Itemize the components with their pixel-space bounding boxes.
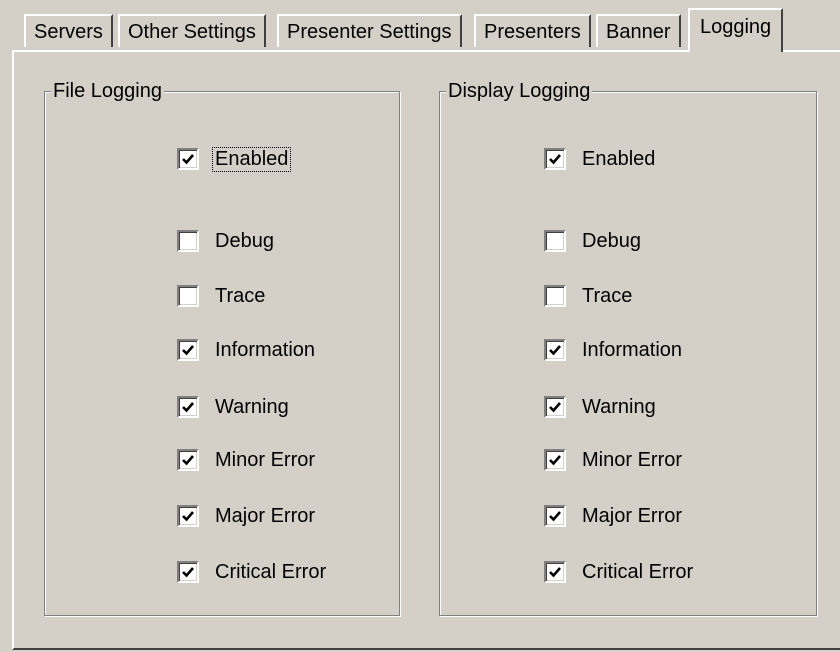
display-warning-checkbox[interactable]: Warning (544, 393, 658, 421)
checkbox-label: Minor Error (582, 448, 683, 471)
display-logging-group: Display Logging Enabled Debug Trace Info… (439, 78, 817, 616)
tab-logging[interactable]: Logging (688, 8, 784, 52)
checkmark-icon (549, 402, 561, 413)
display-minor-error-checkbox[interactable]: Minor Error (544, 446, 684, 474)
checkmark-icon (182, 345, 194, 356)
checkbox-label: Critical Error (582, 560, 694, 583)
checkbox-box (177, 396, 199, 418)
checkbox-label: Critical Error (215, 560, 327, 583)
checkmark-icon (549, 455, 561, 466)
checkmark-icon (182, 511, 194, 522)
checkbox-label: Trace (582, 284, 633, 307)
file-enabled-checkbox[interactable]: Enabled (177, 145, 292, 173)
checkbox-box (544, 561, 566, 583)
checkbox-label: Trace (215, 284, 266, 307)
checkbox-box (544, 339, 566, 361)
tab-banner[interactable]: Banner (596, 14, 681, 47)
checkbox-label: Debug (582, 229, 641, 252)
display-major-error-checkbox[interactable]: Major Error (544, 502, 684, 530)
checkbox-label: Minor Error (215, 448, 316, 471)
checkbox-box (177, 230, 199, 252)
display-logging-title: Display Logging (446, 78, 593, 104)
checkbox-box (177, 339, 199, 361)
tab-presenters[interactable]: Presenters (474, 14, 591, 47)
display-information-checkbox[interactable]: Information (544, 336, 684, 364)
checkbox-label: Debug (215, 229, 274, 252)
file-trace-checkbox[interactable]: Trace (177, 282, 267, 310)
checkbox-box (177, 505, 199, 527)
tab-servers[interactable]: Servers (24, 14, 113, 47)
checkbox-label: Warning (215, 395, 289, 418)
checkbox-box (177, 285, 199, 307)
checkmark-icon (182, 154, 194, 165)
checkbox-box (177, 148, 199, 170)
checkmark-icon (182, 567, 194, 578)
checkmark-icon (549, 511, 561, 522)
checkbox-box (544, 396, 566, 418)
checkbox-label: Enabled (211, 146, 292, 172)
checkbox-label: Enabled (582, 147, 656, 170)
display-trace-checkbox[interactable]: Trace (544, 282, 634, 310)
checkbox-box (544, 285, 566, 307)
checkbox-box (544, 449, 566, 471)
file-logging-group: File Logging Enabled Debug Trace Informa… (44, 78, 400, 616)
file-minor-error-checkbox[interactable]: Minor Error (177, 446, 317, 474)
checkbox-box (177, 449, 199, 471)
checkbox-box (177, 561, 199, 583)
file-critical-error-checkbox[interactable]: Critical Error (177, 558, 328, 586)
logging-tab-panel: File Logging Enabled Debug Trace Informa… (12, 50, 840, 650)
display-debug-checkbox[interactable]: Debug (544, 227, 643, 255)
file-major-error-checkbox[interactable]: Major Error (177, 502, 317, 530)
file-warning-checkbox[interactable]: Warning (177, 393, 291, 421)
checkbox-label: Information (215, 338, 316, 361)
file-logging-title: File Logging (51, 78, 164, 104)
checkmark-icon (549, 345, 561, 356)
checkmark-icon (549, 567, 561, 578)
checkbox-label: Information (582, 338, 683, 361)
tab-presenter-settings[interactable]: Presenter Settings (277, 14, 462, 47)
file-debug-checkbox[interactable]: Debug (177, 227, 276, 255)
checkbox-box (544, 148, 566, 170)
checkbox-box (544, 505, 566, 527)
file-information-checkbox[interactable]: Information (177, 336, 317, 364)
checkmark-icon (182, 402, 194, 413)
checkbox-box (544, 230, 566, 252)
checkmark-icon (549, 154, 561, 165)
checkbox-label: Major Error (215, 504, 316, 527)
tab-strip: Servers Other Settings Presenter Setting… (0, 0, 840, 56)
checkbox-label: Major Error (582, 504, 683, 527)
tab-other-settings[interactable]: Other Settings (118, 14, 266, 47)
display-enabled-checkbox[interactable]: Enabled (544, 145, 657, 173)
display-critical-error-checkbox[interactable]: Critical Error (544, 558, 695, 586)
checkmark-icon (182, 455, 194, 466)
checkbox-label: Warning (582, 395, 656, 418)
